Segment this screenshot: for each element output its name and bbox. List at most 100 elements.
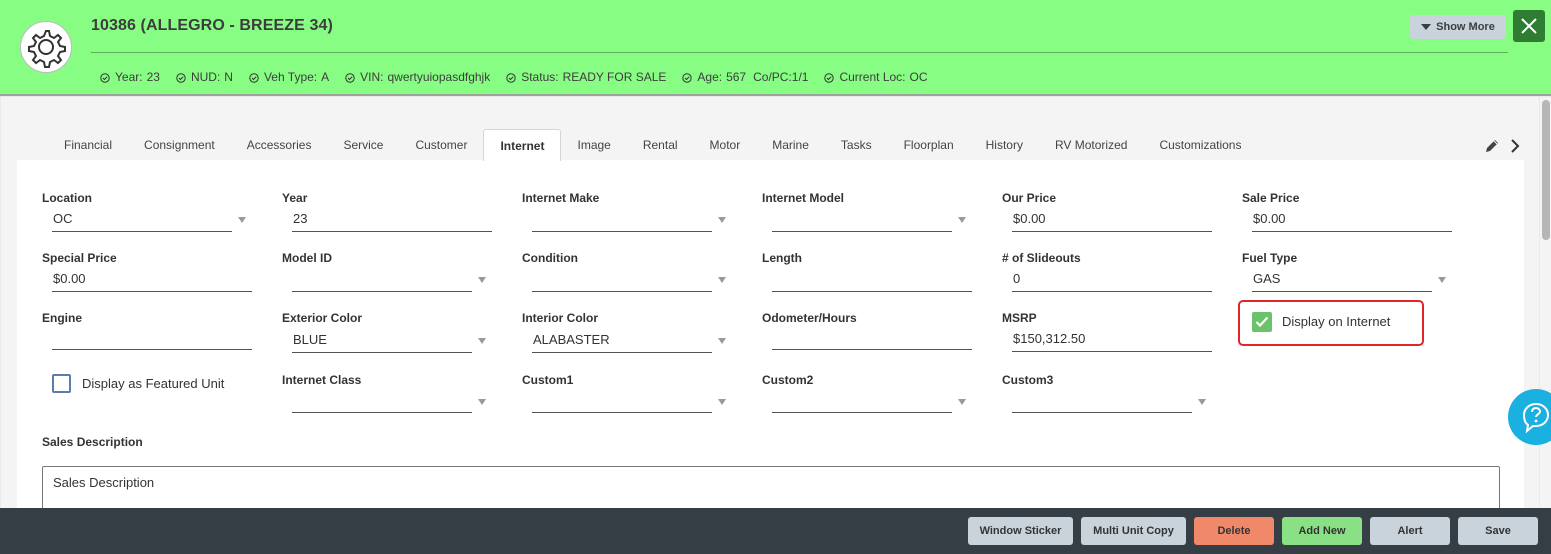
msrp-label: MSRP <box>1002 311 1037 325</box>
internet-make-select[interactable] <box>532 208 712 232</box>
caret-down-icon[interactable] <box>718 338 726 344</box>
caret-down-icon[interactable] <box>718 277 726 283</box>
pencil-icon[interactable] <box>1484 138 1500 154</box>
tab-bar: Financial Consignment Accessories Servic… <box>16 129 1257 161</box>
meta-current-loc: Current Loc: OC <box>824 70 928 84</box>
multi-unit-copy-button[interactable]: Multi Unit Copy <box>1081 517 1186 545</box>
custom2-select[interactable] <box>772 389 952 413</box>
unit-header: 10386 (ALLEGRO - BREEZE 34) Year: 23 NUD… <box>0 0 1551 96</box>
add-new-button[interactable]: Add New <box>1282 517 1362 545</box>
custom2-label: Custom2 <box>762 373 814 387</box>
check-circle-icon <box>345 73 355 83</box>
year-input[interactable]: 23 <box>292 208 492 232</box>
alert-button[interactable]: Alert <box>1370 517 1450 545</box>
meta-value: READY FOR SALE <box>562 70 667 84</box>
meta-veh-type: Veh Type: A <box>249 70 329 84</box>
internet-model-select[interactable] <box>772 208 952 232</box>
tab-accessories[interactable]: Accessories <box>231 129 328 161</box>
check-circle-icon <box>249 73 259 83</box>
engine-input[interactable] <box>52 326 252 350</box>
msrp-input[interactable]: $150,312.50 <box>1012 328 1212 352</box>
custom3-label: Custom3 <box>1002 373 1054 387</box>
custom1-label: Custom1 <box>522 373 574 387</box>
tab-rental[interactable]: Rental <box>627 129 694 161</box>
internet-class-select[interactable] <box>292 389 472 413</box>
meta-value: 567 <box>726 70 747 84</box>
check-circle-icon <box>506 73 516 83</box>
exterior-color-label: Exterior Color <box>282 311 363 325</box>
featured-unit-label: Display as Featured Unit <box>82 376 225 391</box>
special-price-input[interactable]: $0.00 <box>52 268 252 292</box>
close-button[interactable] <box>1513 10 1545 42</box>
fuel-type-label: Fuel Type <box>1242 251 1298 265</box>
caret-down-icon[interactable] <box>1198 399 1206 405</box>
tab-motor[interactable]: Motor <box>694 129 757 161</box>
featured-unit-checkbox[interactable] <box>52 374 71 393</box>
length-input[interactable] <box>772 268 972 292</box>
meta-nud: NUD: N <box>176 70 233 84</box>
caret-down-icon[interactable] <box>1438 277 1446 283</box>
sale-price-label: Sale Price <box>1242 191 1300 205</box>
caret-down-icon[interactable] <box>958 399 966 405</box>
tab-floorplan[interactable]: Floorplan <box>888 129 970 161</box>
meta-vin: VIN: qwertyuiopasdfghjk <box>345 70 490 84</box>
tab-internet[interactable]: Internet <box>483 129 562 161</box>
check-circle-icon <box>824 73 835 83</box>
tab-image[interactable]: Image <box>561 129 626 161</box>
tab-tasks[interactable]: Tasks <box>825 129 888 161</box>
meta-label: VIN: <box>360 70 384 84</box>
tab-marine[interactable]: Marine <box>756 129 825 161</box>
tab-customizations[interactable]: Customizations <box>1143 129 1257 161</box>
custom1-select[interactable] <box>532 389 712 413</box>
tab-financial[interactable]: Financial <box>16 129 128 161</box>
caret-down-icon[interactable] <box>238 217 246 223</box>
caret-down-icon[interactable] <box>478 338 486 344</box>
meta-label: Age: <box>697 70 723 84</box>
delete-button[interactable]: Delete <box>1194 517 1274 545</box>
our-price-label: Our Price <box>1002 191 1057 205</box>
condition-label: Condition <box>522 251 578 265</box>
check-circle-icon <box>682 73 693 83</box>
caret-down-icon[interactable] <box>478 277 486 283</box>
display-on-internet-checkbox[interactable] <box>1252 312 1272 332</box>
save-button[interactable]: Save <box>1458 517 1538 545</box>
odometer-label: Odometer/Hours <box>762 311 857 325</box>
meta-year: Year: 23 <box>100 70 160 84</box>
caret-down-icon[interactable] <box>718 399 726 405</box>
show-more-button[interactable]: Show More <box>1410 15 1506 39</box>
meta-status: Status: READY FOR SALE <box>506 70 666 84</box>
model-id-select[interactable] <box>292 268 472 292</box>
sale-price-input[interactable]: $0.00 <box>1252 208 1452 232</box>
slideouts-input[interactable]: 0 <box>1012 268 1212 292</box>
header-divider <box>91 52 1508 53</box>
tab-customer[interactable]: Customer <box>399 129 483 161</box>
custom3-select[interactable] <box>1012 389 1192 413</box>
caret-down-icon[interactable] <box>958 217 966 223</box>
condition-select[interactable] <box>532 268 712 292</box>
caret-down-icon[interactable] <box>718 217 726 223</box>
our-price-input[interactable]: $0.00 <box>1012 208 1212 232</box>
caret-down-icon[interactable] <box>478 399 486 405</box>
location-label: Location <box>42 191 92 205</box>
interior-color-label: Interior Color <box>522 311 599 325</box>
scrollbar-thumb[interactable] <box>1542 100 1550 240</box>
meta-value: 23 <box>146 70 160 84</box>
chevron-right-icon[interactable] <box>1508 138 1522 154</box>
meta-value: A <box>321 70 330 84</box>
meta-label: Status: <box>521 70 559 84</box>
caret-down-icon <box>1421 24 1432 30</box>
page-title: 10386 (ALLEGRO - BREEZE 34) <box>91 17 333 34</box>
fuel-type-select[interactable]: GAS <box>1252 268 1432 292</box>
window-sticker-button[interactable]: Window Sticker <box>968 517 1073 545</box>
tab-history[interactable]: History <box>970 129 1039 161</box>
odometer-input[interactable] <box>772 326 972 350</box>
sales-description-label: Sales Description <box>42 435 143 449</box>
gear-icon[interactable] <box>20 21 72 73</box>
tab-consignment[interactable]: Consignment <box>128 129 231 161</box>
exterior-color-select[interactable]: BLUE <box>292 329 472 353</box>
location-select[interactable]: OC <box>52 208 232 232</box>
interior-color-select[interactable]: ALABASTER <box>532 329 712 353</box>
tab-service[interactable]: Service <box>327 129 399 161</box>
checkmark-icon <box>1255 316 1269 328</box>
tab-rv-motorized[interactable]: RV Motorized <box>1039 129 1143 161</box>
